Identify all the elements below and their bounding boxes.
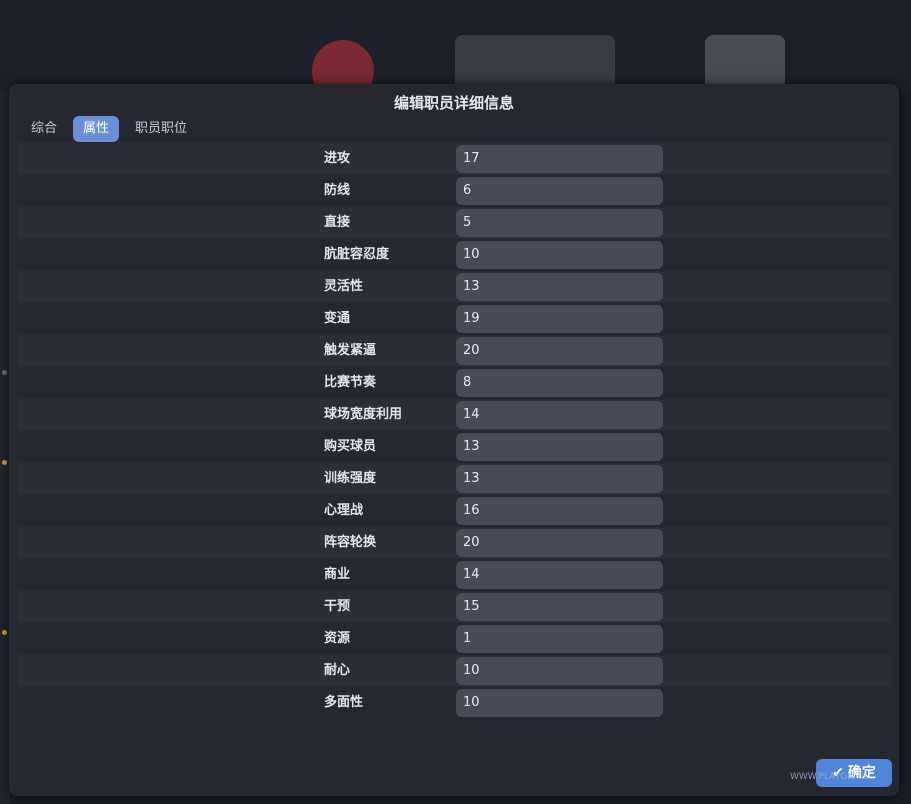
attribute-row: 比赛节奏 — [17, 367, 892, 399]
bg-dot — [2, 370, 7, 375]
attribute-label: 变通 — [324, 311, 351, 326]
tab-1[interactable]: 属性 — [73, 116, 120, 142]
edit-staff-dialog: 编辑职员详细信息 综合属性职员职位 进攻防线直接肮脏容忍度灵活性变通触发紧逼比赛… — [9, 84, 899, 796]
attribute-label: 防线 — [324, 183, 351, 198]
attribute-value-input[interactable] — [456, 657, 663, 685]
tab-bar: 综合 属性 职员职位 — [21, 116, 197, 142]
attribute-row: 变通 — [17, 303, 892, 335]
attribute-value-input[interactable] — [456, 433, 663, 461]
attribute-value-input[interactable] — [456, 497, 663, 525]
attribute-label: 阵容轮换 — [324, 535, 377, 550]
attribute-row: 购买球员 — [17, 431, 892, 463]
attribute-value-input[interactable] — [456, 369, 663, 397]
attribute-label: 训练强度 — [324, 471, 377, 486]
background-app-header — [0, 0, 911, 102]
attribute-label: 直接 — [324, 215, 351, 230]
attribute-value-input[interactable] — [456, 689, 663, 717]
staff-photo — [455, 35, 615, 90]
attribute-list: 进攻防线直接肮脏容忍度灵活性变通触发紧逼比赛节奏球场宽度利用购买球员训练强度心理… — [17, 143, 892, 719]
attribute-value-input[interactable] — [456, 593, 663, 621]
attribute-row: 球场宽度利用 — [17, 399, 892, 431]
attribute-row: 进攻 — [17, 143, 892, 175]
attribute-label: 购买球员 — [324, 439, 377, 454]
dialog-title: 编辑职员详细信息 — [393, 94, 514, 112]
attribute-row: 阵容轮换 — [17, 527, 892, 559]
attribute-row: 商业 — [17, 559, 892, 591]
attribute-value-input[interactable] — [456, 305, 663, 333]
attribute-label: 灵活性 — [324, 279, 364, 294]
attribute-value-input[interactable] — [456, 625, 663, 653]
attribute-label: 干预 — [324, 599, 351, 614]
attribute-row: 训练强度 — [17, 463, 892, 495]
attribute-value-input[interactable] — [456, 401, 663, 429]
attribute-row: 肮脏容忍度 — [17, 239, 892, 271]
tab-0[interactable]: 综合 — [21, 116, 67, 142]
attribute-row: 直接 — [17, 207, 892, 239]
attribute-label: 耐心 — [324, 663, 351, 678]
attribute-label: 触发紧逼 — [324, 343, 377, 358]
attribute-row: 耐心 — [17, 655, 892, 687]
attribute-row: 触发紧逼 — [17, 335, 892, 367]
attribute-label: 进攻 — [324, 151, 351, 166]
attribute-label: 肮脏容忍度 — [324, 247, 390, 262]
attribute-value-input[interactable] — [456, 337, 663, 365]
attribute-row: 多面性 — [17, 687, 892, 719]
attribute-label: 比赛节奏 — [324, 375, 377, 390]
attribute-label: 心理战 — [324, 503, 364, 518]
attribute-value-input[interactable] — [456, 177, 663, 205]
attribute-label: 资源 — [324, 631, 351, 646]
attribute-value-input[interactable] — [456, 145, 663, 173]
animal-photo — [705, 35, 785, 90]
attribute-label: 商业 — [324, 567, 351, 582]
attribute-label: 球场宽度利用 — [324, 407, 403, 422]
attribute-row: 心理战 — [17, 495, 892, 527]
attribute-row: 灵活性 — [17, 271, 892, 303]
attribute-value-input[interactable] — [456, 561, 663, 589]
attribute-value-input[interactable] — [456, 465, 663, 493]
bg-dot — [2, 460, 7, 465]
attribute-row: 资源 — [17, 623, 892, 655]
attribute-value-input[interactable] — [456, 241, 663, 269]
attribute-value-input[interactable] — [456, 529, 663, 557]
attribute-value-input[interactable] — [456, 209, 663, 237]
watermark: WWW.PLAYGM.CC — [790, 772, 871, 782]
tab-2[interactable]: 职员职位 — [125, 116, 197, 142]
bg-dot — [2, 630, 7, 635]
attribute-row: 干预 — [17, 591, 892, 623]
attribute-value-input[interactable] — [456, 273, 663, 301]
attribute-label: 多面性 — [324, 695, 364, 710]
attribute-row: 防线 — [17, 175, 892, 207]
